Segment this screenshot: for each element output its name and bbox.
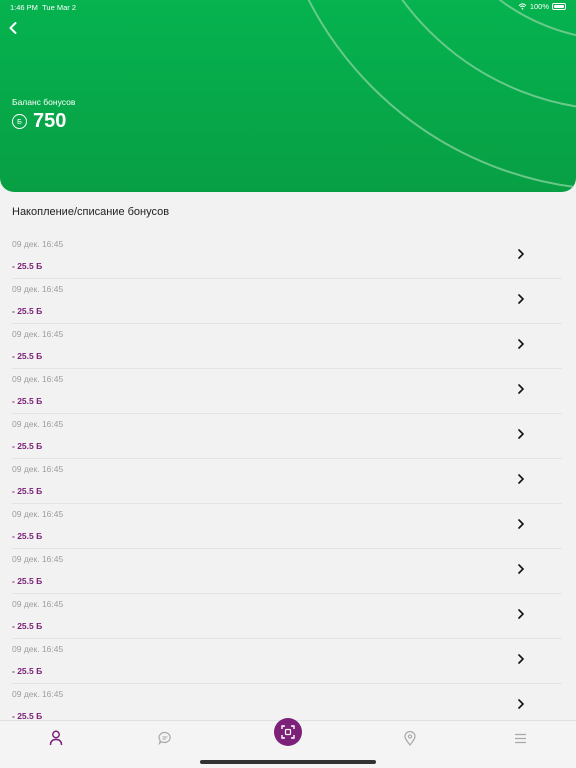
transaction-row[interactable]: 09 дек. 16:45 - 25.5 Б xyxy=(12,594,562,639)
scan-button[interactable] xyxy=(274,718,302,746)
chevron-right-icon xyxy=(516,293,526,305)
transaction-date: 09 дек. 16:45 xyxy=(12,284,64,294)
section-title: Накопление/списание бонусов xyxy=(12,206,170,218)
balance-value: 750 xyxy=(33,110,67,132)
transaction-amount: - 25.5 Б xyxy=(12,621,43,631)
transaction-amount: - 25.5 Б xyxy=(12,576,43,586)
transaction-row[interactable]: 09 дек. 16:45 - 25.5 Б xyxy=(12,324,562,369)
status-time: 1:46 PM Tue Mar 2 xyxy=(10,3,76,12)
tab-menu[interactable] xyxy=(510,729,530,747)
transaction-amount: - 25.5 Б xyxy=(12,396,43,406)
scan-icon xyxy=(281,725,295,739)
battery-icon xyxy=(552,3,566,10)
transaction-row[interactable]: 09 дек. 16:45 - 25.5 Б xyxy=(12,504,562,549)
chevron-right-icon xyxy=(516,248,526,260)
transaction-amount: - 25.5 Б xyxy=(12,351,43,361)
transaction-date: 09 дек. 16:45 xyxy=(12,329,64,339)
status-bar: 1:46 PM Tue Mar 2 100% xyxy=(0,0,576,14)
battery-percent: 100% xyxy=(529,2,549,11)
chat-icon xyxy=(158,731,171,745)
transaction-amount: - 25.5 Б xyxy=(12,486,43,496)
transaction-amount: - 25.5 Б xyxy=(12,441,43,451)
tab-profile[interactable] xyxy=(46,729,66,747)
chevron-right-icon xyxy=(516,428,526,440)
transaction-amount: - 25.5 Б xyxy=(12,306,43,316)
transaction-row[interactable]: 09 дек. 16:45 - 25.5 Б xyxy=(12,369,562,414)
transaction-date: 09 дек. 16:45 xyxy=(12,419,64,429)
bonus-coin-icon: Б xyxy=(12,114,27,129)
profile-icon xyxy=(49,730,63,746)
transaction-date: 09 дек. 16:45 xyxy=(12,554,64,564)
transaction-row[interactable]: 09 дек. 16:45 - 25.5 Б xyxy=(12,234,562,279)
transaction-row[interactable]: 09 дек. 16:45 - 25.5 Б xyxy=(12,279,562,324)
transaction-row[interactable]: 09 дек. 16:45 - 25.5 Б xyxy=(12,639,562,684)
transaction-row[interactable]: 09 дек. 16:45 - 25.5 Б xyxy=(12,414,562,459)
transaction-date: 09 дек. 16:45 xyxy=(12,644,64,654)
chevron-right-icon xyxy=(516,653,526,665)
status-clock: 1:46 PM xyxy=(10,3,38,12)
chevron-right-icon xyxy=(516,473,526,485)
tab-location[interactable] xyxy=(400,729,420,747)
status-date: Tue Mar 2 xyxy=(42,3,77,12)
balance-header: 1:46 PM Tue Mar 2 100% Баланс бонусов Б … xyxy=(0,0,576,192)
chevron-right-icon xyxy=(516,518,526,530)
transaction-row[interactable]: 09 дек. 16:45 - 25.5 Б xyxy=(12,549,562,594)
wifi-icon xyxy=(518,3,527,10)
transaction-amount: - 25.5 Б xyxy=(12,666,43,676)
back-button[interactable] xyxy=(6,20,20,36)
chevron-left-icon xyxy=(9,22,17,34)
transaction-date: 09 дек. 16:45 xyxy=(12,374,64,384)
balance-row: Б 750 xyxy=(12,110,66,133)
transaction-row[interactable]: 09 дек. 16:45 - 25.5 Б xyxy=(12,459,562,504)
chevron-right-icon xyxy=(516,383,526,395)
transaction-amount: - 25.5 Б xyxy=(12,261,43,271)
home-indicator xyxy=(200,760,376,764)
transaction-date: 09 дек. 16:45 xyxy=(12,464,64,474)
transaction-date: 09 дек. 16:45 xyxy=(12,509,64,519)
transaction-date: 09 дек. 16:45 xyxy=(12,239,64,249)
chevron-right-icon xyxy=(516,608,526,620)
chevron-right-icon xyxy=(516,338,526,350)
decorative-arcs xyxy=(307,0,576,189)
tab-chat[interactable] xyxy=(155,729,175,747)
status-indicators: 100% xyxy=(518,2,566,11)
transaction-list: 09 дек. 16:45 - 25.5 Б 09 дек. 16:45 - 2… xyxy=(0,234,576,720)
balance-label: Баланс бонусов xyxy=(12,97,76,107)
chevron-right-icon xyxy=(516,698,526,710)
transaction-date: 09 дек. 16:45 xyxy=(12,599,64,609)
transaction-row[interactable]: 09 дек. 16:45 - 25.5 Б xyxy=(12,684,562,720)
transaction-amount: - 25.5 Б xyxy=(12,531,43,541)
menu-icon xyxy=(514,733,526,743)
location-icon xyxy=(404,730,416,746)
chevron-right-icon xyxy=(516,563,526,575)
transaction-date: 09 дек. 16:45 xyxy=(12,689,64,699)
transaction-amount: - 25.5 Б xyxy=(12,711,43,720)
